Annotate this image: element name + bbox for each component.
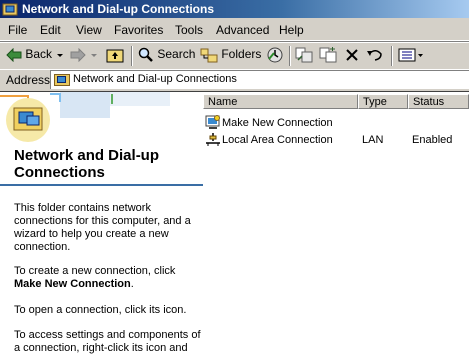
folders-icon [200, 48, 218, 63]
copy-to-button[interactable] [319, 47, 337, 65]
item-status: Enabled [412, 134, 453, 146]
pane-title: Network and Dial-up Connections [14, 147, 160, 181]
item-name: Make New Connection [222, 117, 333, 129]
pane-description: This folder contains network connections… [14, 202, 191, 253]
move-to-button[interactable] [295, 47, 313, 65]
menu-advanced[interactable]: Advanced [216, 23, 269, 37]
list-item[interactable]: Local Area Connection LAN Enabled [203, 132, 469, 148]
up-folder-button[interactable] [106, 47, 124, 65]
connections-list: Name Type Status Make New Connection Loc [203, 92, 469, 355]
search-icon [138, 47, 153, 62]
column-header-status[interactable]: Status [408, 94, 469, 109]
delete-button[interactable] [344, 47, 360, 65]
delete-icon [346, 49, 358, 61]
pane-divider [0, 184, 203, 186]
network-folder-icon [54, 74, 70, 86]
title-bar[interactable]: Network and Dial-up Connections [0, 0, 469, 18]
folders-label: Folders [221, 47, 262, 62]
undo-icon [367, 50, 382, 61]
move-to-icon [295, 47, 313, 63]
lan-connection-icon [206, 133, 220, 146]
copy-to-icon [319, 47, 337, 63]
window-title: Network and Dial-up Connections [22, 2, 215, 16]
menu-bar: File Edit View Favorites Tools Advanced … [0, 20, 469, 41]
dropdown-arrow-icon [91, 53, 97, 57]
toolbar: Back Search Folders [0, 42, 469, 70]
pane-create-hint: To create a new connection, click Make N… [14, 265, 176, 290]
undo-button[interactable] [366, 47, 384, 65]
column-header-name[interactable]: Name [203, 94, 358, 109]
views-button[interactable] [398, 47, 424, 65]
toolbar-separator [289, 46, 291, 66]
menu-edit[interactable]: Edit [40, 23, 61, 37]
back-dropdown[interactable] [57, 47, 64, 65]
address-label: Address [6, 73, 51, 87]
search-button[interactable]: Search [138, 47, 195, 65]
address-bar: Address Network and Dial-up Connections [0, 69, 469, 90]
list-item[interactable]: Make New Connection [203, 115, 469, 131]
address-value: Network and Dial-up Connections [73, 73, 237, 85]
main-content: Network and Dial-up Connections This fol… [0, 91, 469, 355]
menu-tools[interactable]: Tools [175, 23, 203, 37]
pane-settings-hint: To access settings and components of a c… [14, 329, 201, 354]
column-header-type[interactable]: Type [358, 94, 408, 109]
views-icon [398, 48, 423, 62]
back-arrow-icon [6, 47, 22, 63]
dropdown-arrow-icon [57, 53, 63, 57]
list-header: Name Type Status [203, 94, 469, 111]
menu-favorites[interactable]: Favorites [114, 23, 163, 37]
up-folder-icon [106, 49, 124, 63]
address-field[interactable]: Network and Dial-up Connections [50, 70, 469, 89]
forward-dropdown[interactable] [91, 47, 98, 65]
toolbar-separator [391, 46, 393, 66]
toolbar-separator [131, 46, 133, 66]
menu-view[interactable]: View [76, 23, 102, 37]
item-type: LAN [362, 134, 384, 146]
history-icon [267, 47, 283, 63]
network-folder-icon [2, 3, 18, 16]
history-button[interactable] [266, 47, 284, 65]
pane-open-hint: To open a connection, click its icon. [14, 304, 187, 316]
search-label: Search [157, 47, 196, 62]
make-new-connection-icon [205, 115, 220, 129]
forward-button[interactable] [70, 47, 86, 65]
folders-button[interactable]: Folders [200, 47, 261, 65]
back-label: Back [25, 47, 53, 61]
make-new-connection-link: Make New Connection [14, 278, 131, 290]
back-button[interactable]: Back [6, 47, 52, 65]
forward-arrow-icon [70, 47, 86, 63]
item-name: Local Area Connection [222, 134, 333, 146]
menu-help[interactable]: Help [279, 23, 304, 37]
info-pane: Network and Dial-up Connections This fol… [0, 92, 203, 355]
menu-file[interactable]: File [8, 23, 27, 37]
pane-decoration [0, 92, 203, 142]
